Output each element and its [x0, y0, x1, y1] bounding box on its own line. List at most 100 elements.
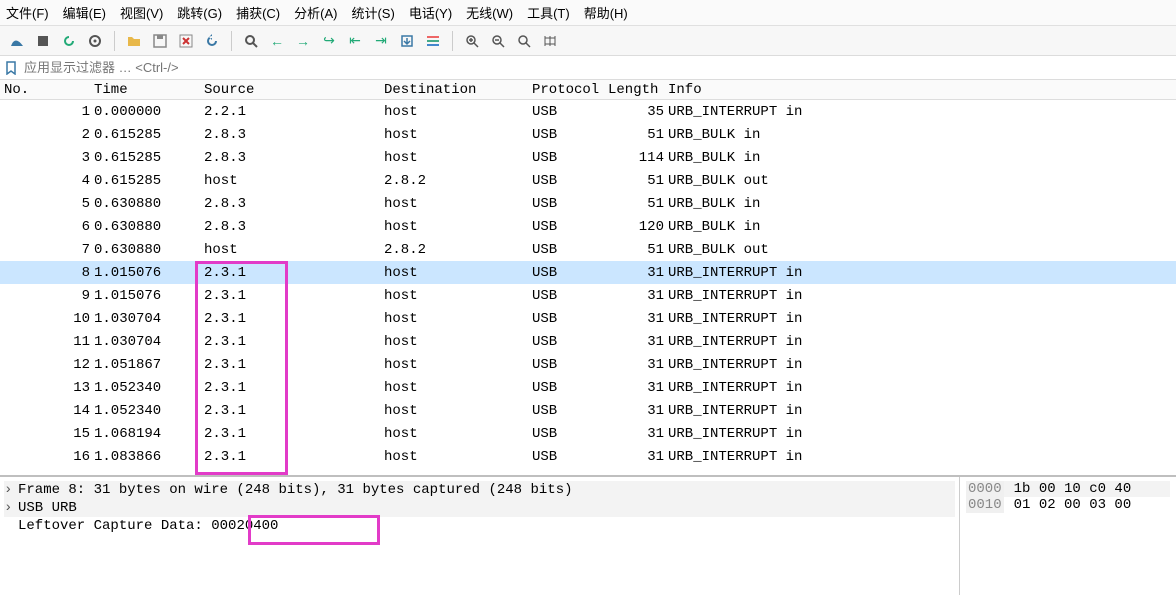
packet-row[interactable]: 40.615285host2.8.2USB51URB_BULK out — [0, 169, 1176, 192]
expand-icon[interactable]: › — [4, 500, 18, 516]
cell-no: 16 — [0, 448, 90, 466]
packet-row[interactable]: 101.0307042.3.1hostUSB31URB_INTERRUPT in — [0, 307, 1176, 330]
col-no[interactable]: No. — [0, 81, 90, 99]
menu-view[interactable]: 视图(V) — [120, 3, 163, 22]
cell-info: URB_BULK out — [664, 172, 1176, 190]
stop-capture-icon[interactable] — [32, 30, 54, 52]
col-source[interactable]: Source — [200, 81, 380, 99]
packet-list-pane: No. Time Source Destination Protocol Len… — [0, 80, 1176, 475]
cell-info: URB_BULK out — [664, 241, 1176, 259]
packet-bytes-pane[interactable]: 00001b 00 10 c0 40 001001 02 00 03 00 — [960, 477, 1176, 595]
cell-no: 6 — [0, 218, 90, 236]
packet-row[interactable]: 161.0838662.3.1hostUSB31URB_INTERRUPT in — [0, 445, 1176, 468]
col-protocol[interactable]: Protocol — [528, 81, 604, 99]
display-filter-input[interactable] — [22, 58, 1172, 77]
cell-length: 51 — [604, 172, 664, 190]
col-info[interactable]: Info — [664, 81, 1176, 99]
packet-row[interactable]: 20.6152852.8.3hostUSB51URB_BULK in — [0, 123, 1176, 146]
cell-length: 31 — [604, 310, 664, 328]
cell-destination: host — [380, 264, 528, 282]
tree-frame[interactable]: ›Frame 8: 31 bytes on wire (248 bits), 3… — [4, 481, 955, 499]
bookmark-icon[interactable] — [4, 61, 18, 75]
cell-time: 1.030704 — [90, 310, 200, 328]
save-file-icon[interactable] — [149, 30, 171, 52]
zoom-reset-icon[interactable] — [513, 30, 535, 52]
menu-edit[interactable]: 编辑(E) — [63, 3, 106, 22]
colorize-icon[interactable] — [422, 30, 444, 52]
open-file-icon[interactable] — [123, 30, 145, 52]
packet-row[interactable]: 131.0523402.3.1hostUSB31URB_INTERRUPT in — [0, 376, 1176, 399]
cell-length: 31 — [604, 264, 664, 282]
cell-length: 31 — [604, 379, 664, 397]
cell-destination: host — [380, 218, 528, 236]
menu-tools[interactable]: 工具(T) — [527, 3, 570, 22]
expand-icon[interactable]: › — [4, 482, 18, 498]
menu-capture[interactable]: 捕获(C) — [236, 3, 280, 22]
find-packet-icon[interactable] — [240, 30, 262, 52]
tree-leftover-data[interactable]: Leftover Capture Data: 00020400 — [4, 517, 955, 535]
packet-row[interactable]: 70.630880host2.8.2USB51URB_BULK out — [0, 238, 1176, 261]
go-last-icon[interactable]: ⇥ — [370, 30, 392, 52]
cell-source: 2.8.3 — [200, 195, 380, 213]
col-destination[interactable]: Destination — [380, 81, 528, 99]
packet-list-header[interactable]: No. Time Source Destination Protocol Len… — [0, 80, 1176, 100]
cell-length: 31 — [604, 287, 664, 305]
packet-row[interactable]: 60.6308802.8.3hostUSB120URB_BULK in — [0, 215, 1176, 238]
hex-offset-1: 0010 — [966, 497, 1004, 513]
resize-columns-icon[interactable] — [539, 30, 561, 52]
packet-row[interactable]: 141.0523402.3.1hostUSB31URB_INTERRUPT in — [0, 399, 1176, 422]
restart-capture-icon[interactable] — [58, 30, 80, 52]
cell-destination: 2.8.2 — [380, 241, 528, 259]
cell-no: 7 — [0, 241, 90, 259]
cell-no: 1 — [0, 103, 90, 121]
menu-wireless[interactable]: 无线(W) — [466, 3, 513, 22]
tree-usb-urb[interactable]: ›USB URB — [4, 499, 955, 517]
menu-analyze[interactable]: 分析(A) — [294, 3, 337, 22]
cell-length: 51 — [604, 126, 664, 144]
display-filter-bar — [0, 56, 1176, 80]
cell-info: URB_INTERRUPT in — [664, 287, 1176, 305]
packet-row[interactable]: 81.0150762.3.1hostUSB31URB_INTERRUPT in — [0, 261, 1176, 284]
auto-scroll-icon[interactable] — [396, 30, 418, 52]
go-back-icon[interactable]: ← — [266, 30, 288, 52]
cell-length: 120 — [604, 218, 664, 236]
menu-statistics[interactable]: 统计(S) — [351, 3, 394, 22]
close-file-icon[interactable] — [175, 30, 197, 52]
cell-no: 12 — [0, 356, 90, 374]
col-length[interactable]: Length — [604, 81, 664, 99]
cell-source: 2.8.3 — [200, 218, 380, 236]
zoom-in-icon[interactable] — [461, 30, 483, 52]
cell-source: host — [200, 172, 380, 190]
reload-icon[interactable] — [201, 30, 223, 52]
menu-help[interactable]: 帮助(H) — [584, 3, 628, 22]
packet-row[interactable]: 10.0000002.2.1hostUSB35URB_INTERRUPT in — [0, 100, 1176, 123]
cell-time: 1.030704 — [90, 333, 200, 351]
packet-rows[interactable]: 10.0000002.2.1hostUSB35URB_INTERRUPT in2… — [0, 100, 1176, 475]
packet-row[interactable]: 30.6152852.8.3hostUSB114URB_BULK in — [0, 146, 1176, 169]
go-first-icon[interactable]: ⇤ — [344, 30, 366, 52]
cell-source: 2.3.1 — [200, 333, 380, 351]
hex-offset-0: 0000 — [966, 481, 1004, 497]
menu-telephony[interactable]: 电话(Y) — [409, 3, 452, 22]
cell-source: 2.3.1 — [200, 264, 380, 282]
menu-go[interactable]: 跳转(G) — [177, 3, 222, 22]
packet-row[interactable]: 121.0518672.3.1hostUSB31URB_INTERRUPT in — [0, 353, 1176, 376]
go-forward-icon[interactable]: → — [292, 30, 314, 52]
shark-fin-icon[interactable] — [6, 30, 28, 52]
cell-info: URB_INTERRUPT in — [664, 448, 1176, 466]
col-time[interactable]: Time — [90, 81, 200, 99]
packet-row[interactable]: 111.0307042.3.1hostUSB31URB_INTERRUPT in — [0, 330, 1176, 353]
packet-row[interactable]: 151.0681942.3.1hostUSB31URB_INTERRUPT in — [0, 422, 1176, 445]
packet-row[interactable]: 91.0150762.3.1hostUSB31URB_INTERRUPT in — [0, 284, 1176, 307]
cell-no: 11 — [0, 333, 90, 351]
cell-destination: host — [380, 425, 528, 443]
packet-row[interactable]: 50.6308802.8.3hostUSB51URB_BULK in — [0, 192, 1176, 215]
capture-options-icon[interactable] — [84, 30, 106, 52]
bottom-panes: ›Frame 8: 31 bytes on wire (248 bits), 3… — [0, 475, 1176, 595]
cell-info: URB_INTERRUPT in — [664, 333, 1176, 351]
menu-file[interactable]: 文件(F) — [6, 3, 49, 22]
zoom-out-icon[interactable] — [487, 30, 509, 52]
packet-details-pane[interactable]: ›Frame 8: 31 bytes on wire (248 bits), 3… — [0, 477, 960, 595]
cell-destination: host — [380, 126, 528, 144]
go-to-packet-icon[interactable]: ↪ — [318, 30, 340, 52]
